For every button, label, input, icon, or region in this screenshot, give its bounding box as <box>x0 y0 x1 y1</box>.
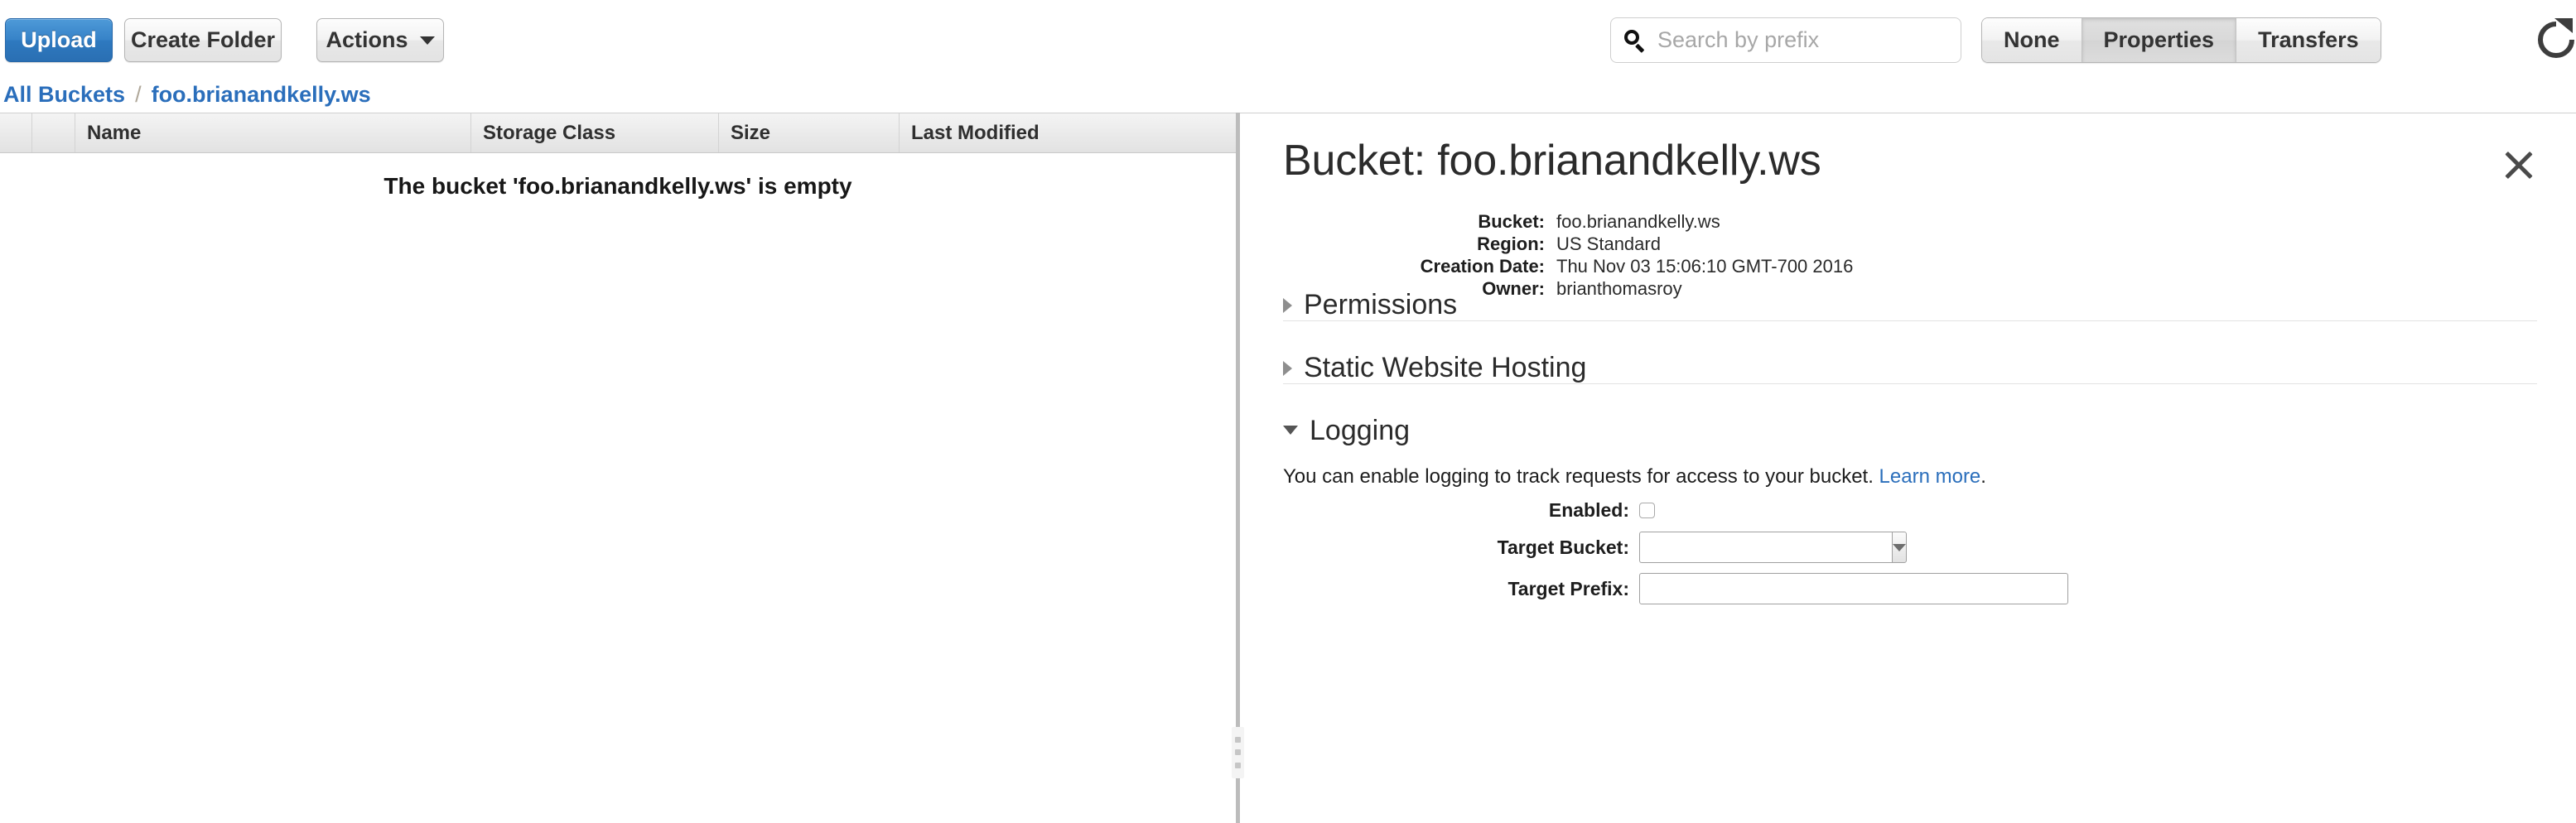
detail-row-region: Region: US Standard <box>1240 233 2576 254</box>
detail-value-owner: brianthomasroy <box>1556 278 1682 299</box>
create-folder-button-label: Create Folder <box>130 27 276 52</box>
column-header-name-label: Name <box>87 121 142 144</box>
search-icon <box>1623 29 1646 53</box>
label-enabled: Enabled: <box>1548 499 1629 521</box>
refresh-icon[interactable] <box>2533 17 2576 63</box>
view-mode-transfers-label: Transfers <box>2258 27 2359 52</box>
section-static-website-hosting-label: Static Website Hosting <box>1304 352 1587 383</box>
panel-title: Bucket: foo.brianandkelly.ws <box>1283 137 1821 185</box>
section-divider <box>1283 383 2537 384</box>
logging-description-text: You can enable logging to track requests… <box>1283 465 1874 488</box>
close-icon[interactable] <box>2501 148 2536 183</box>
column-header-name[interactable]: Name <box>75 113 470 152</box>
section-logging[interactable]: Logging <box>1283 415 1410 447</box>
column-header-size-label: Size <box>731 121 771 144</box>
detail-value-bucket: foo.brianandkelly.ws <box>1556 211 1720 232</box>
search-field[interactable] <box>1610 17 1961 63</box>
detail-label-bucket: Bucket: <box>1478 211 1545 232</box>
column-header-storage-class[interactable]: Storage Class <box>470 113 718 152</box>
view-mode-properties-label: Properties <box>2103 27 2215 52</box>
section-divider <box>1283 320 2537 321</box>
target-bucket-input[interactable] <box>1639 532 1892 563</box>
create-folder-button[interactable]: Create Folder <box>124 18 282 62</box>
detail-label-region: Region: <box>1477 233 1545 254</box>
upload-button-label: Upload <box>21 27 97 52</box>
view-mode-transfers[interactable]: Transfers <box>2236 18 2381 62</box>
section-logging-label: Logging <box>1310 415 1411 446</box>
bucket-details-list: Bucket: foo.brianandkelly.ws Region: US … <box>1240 211 2576 301</box>
object-list-pane: Name Storage Class Size Last Modified Th… <box>0 113 1236 823</box>
search-input[interactable] <box>1656 18 1949 62</box>
label-target-prefix: Target Prefix: <box>1507 577 1629 599</box>
section-permissions-label: Permissions <box>1304 289 1458 320</box>
chevron-down-icon <box>419 36 435 45</box>
detail-row-creation-date: Creation Date: Thu Nov 03 15:06:10 GMT-7… <box>1240 256 2576 277</box>
grip-dot <box>1235 737 1241 744</box>
actions-button-label: Actions <box>326 27 408 52</box>
label-target-bucket: Target Bucket: <box>1497 536 1629 558</box>
upload-button[interactable]: Upload <box>5 18 113 62</box>
view-mode-segmented-control[interactable]: None Properties Transfers <box>1981 17 2381 63</box>
view-mode-properties[interactable]: Properties <box>2082 18 2237 62</box>
column-header-storage-class-label: Storage Class <box>483 121 616 144</box>
view-mode-none-label: None <box>2004 27 2060 52</box>
top-toolbar: Upload Create Folder Actions None Proper… <box>0 0 2576 73</box>
breadcrumb-current-bucket[interactable]: foo.brianandkelly.ws <box>152 82 371 108</box>
bucket-properties-panel: Bucket: foo.brianandkelly.ws Bucket: foo… <box>1240 113 2576 823</box>
grip-dot <box>1235 762 1241 768</box>
target-bucket-combobox[interactable] <box>1639 532 1907 563</box>
chevron-right-icon <box>1283 360 1292 376</box>
view-mode-none[interactable]: None <box>1982 18 2082 62</box>
object-table-header: Name Storage Class Size Last Modified <box>0 113 1236 153</box>
detail-label-creation-date: Creation Date: <box>1420 256 1545 277</box>
chevron-right-icon <box>1283 297 1292 313</box>
column-header-icon[interactable] <box>31 113 75 152</box>
app-root: Upload Create Folder Actions None Proper… <box>0 0 2576 823</box>
target-bucket-dropdown-button[interactable] <box>1892 532 1907 563</box>
pane-splitter[interactable] <box>1232 113 1244 823</box>
target-prefix-input[interactable] <box>1639 573 2068 604</box>
section-permissions[interactable]: Permissions <box>1283 289 1457 321</box>
column-header-last-modified-label: Last Modified <box>911 121 1040 144</box>
column-header-size[interactable]: Size <box>718 113 899 152</box>
breadcrumb: All Buckets / foo.brianandkelly.ws <box>0 76 1236 113</box>
chevron-down-icon <box>1893 543 1906 551</box>
form-row-enabled: Enabled: <box>1240 499 2576 522</box>
actions-menu-button[interactable]: Actions <box>316 18 444 62</box>
detail-value-region: US Standard <box>1556 233 1661 254</box>
section-static-website-hosting[interactable]: Static Website Hosting <box>1283 352 1586 384</box>
breadcrumb-all-buckets[interactable]: All Buckets <box>3 82 125 108</box>
enabled-checkbox[interactable] <box>1639 503 1655 518</box>
detail-value-creation-date: Thu Nov 03 15:06:10 GMT-700 2016 <box>1556 256 1854 277</box>
form-row-target-prefix: Target Prefix: <box>1240 573 2576 604</box>
breadcrumb-separator: / <box>135 81 142 107</box>
column-header-last-modified[interactable]: Last Modified <box>899 113 1236 152</box>
chevron-down-icon <box>1283 426 1298 435</box>
empty-bucket-message: The bucket 'foo.brianandkelly.ws' is emp… <box>384 173 852 199</box>
splitter-grip-handle[interactable] <box>1232 727 1244 778</box>
learn-more-link[interactable]: Learn more <box>1879 465 1981 488</box>
logging-form: Enabled: Target Bucket: Target Prefix: <box>1240 499 2576 614</box>
actions-button-inner: Actions <box>326 27 435 53</box>
form-row-target-bucket: Target Bucket: <box>1240 532 2576 563</box>
logging-description: You can enable logging to track requests… <box>1283 465 1986 489</box>
logging-description-period: . <box>1980 465 1986 488</box>
column-header-select[interactable] <box>0 113 31 152</box>
detail-row-bucket: Bucket: foo.brianandkelly.ws <box>1240 211 2576 232</box>
grip-dot <box>1235 749 1241 756</box>
